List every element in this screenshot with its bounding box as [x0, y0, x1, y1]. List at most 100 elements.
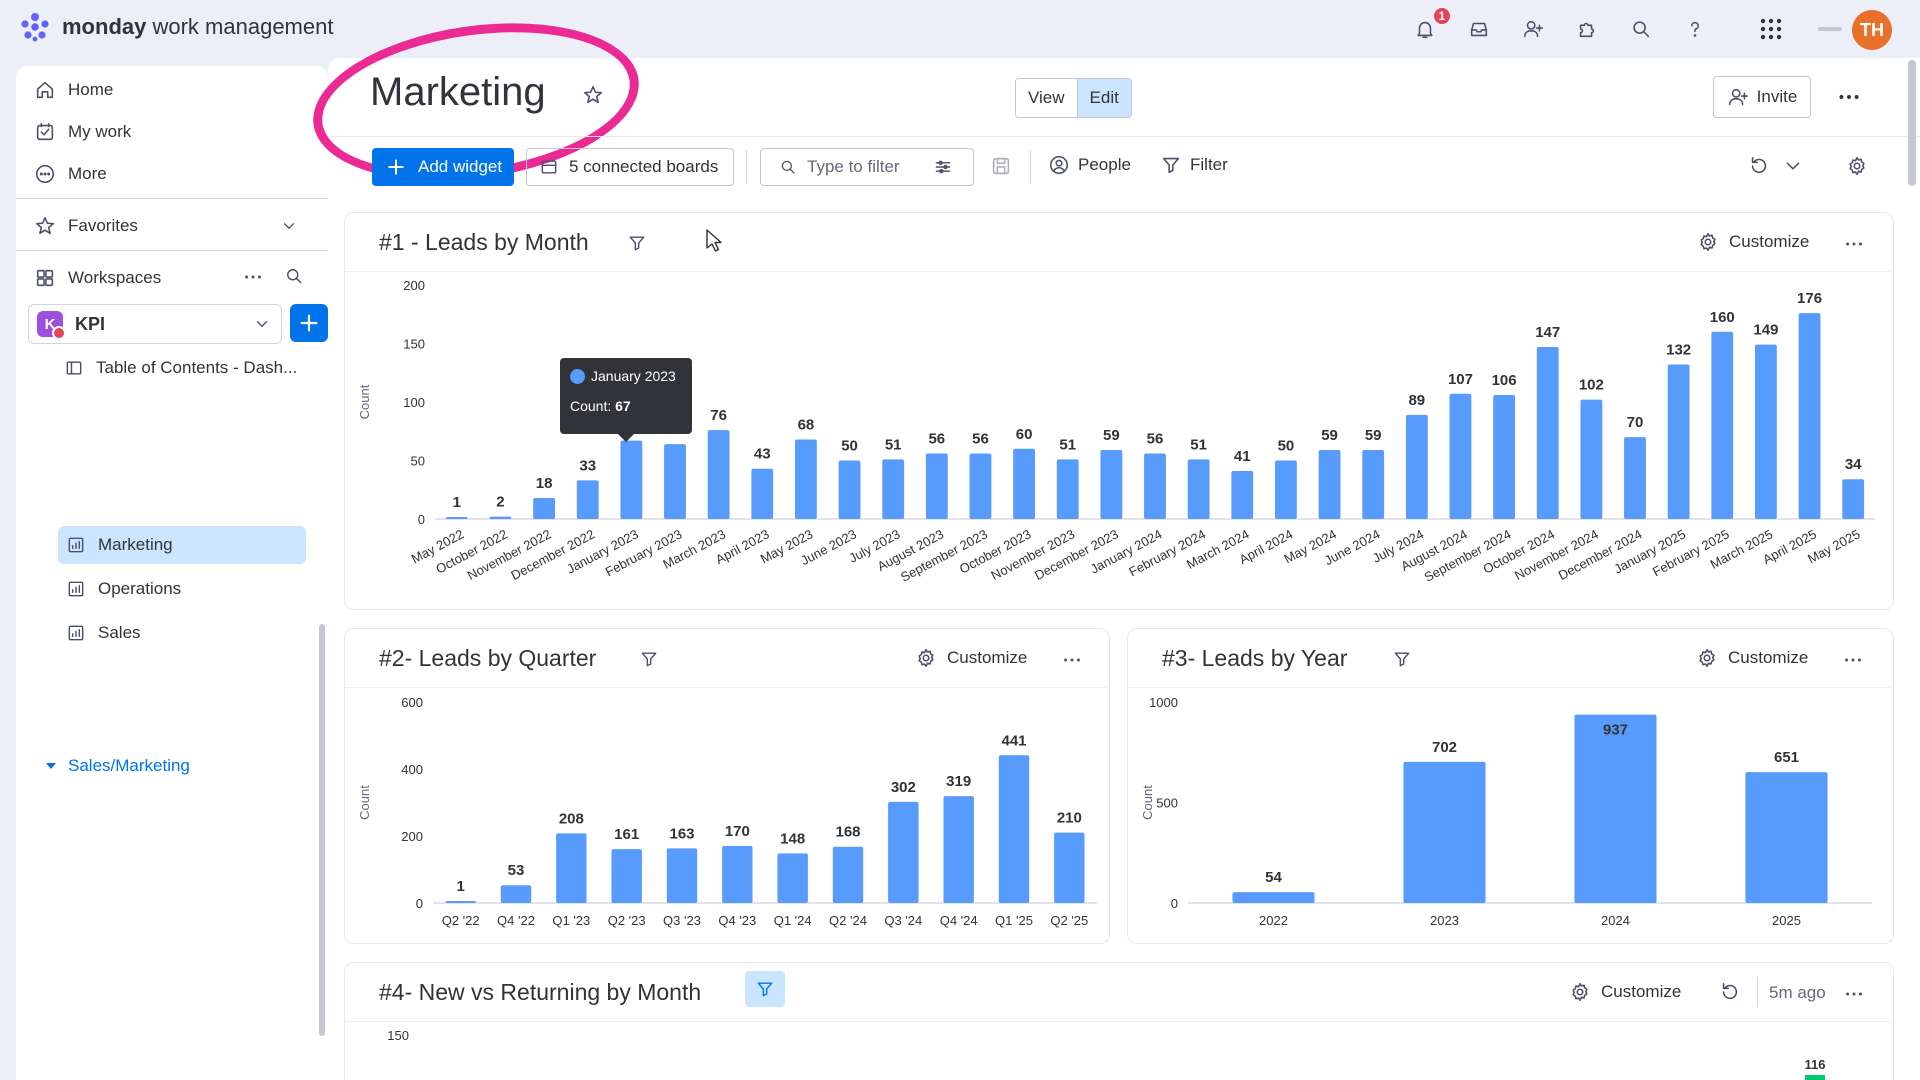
- chart-bar[interactable]: [1711, 331, 1734, 519]
- chart-bar[interactable]: [751, 468, 774, 519]
- chart-bar[interactable]: [1842, 479, 1865, 519]
- add-workspace-item-button[interactable]: [290, 304, 328, 342]
- chart-bar[interactable]: [795, 439, 817, 519]
- chart-bar[interactable]: [838, 460, 861, 520]
- settings-gear-icon[interactable]: [1846, 155, 1868, 177]
- sidebar-item-more[interactable]: More: [34, 158, 107, 190]
- chart-bar[interactable]: [1798, 313, 1821, 519]
- chart-bar[interactable]: [1403, 761, 1486, 903]
- sidebar-item-marketing[interactable]: Marketing: [58, 526, 306, 564]
- chart-bar[interactable]: [722, 846, 753, 903]
- widget-leads-by-quarter[interactable]: #2- Leads by Quarter Customize 0 200 400 60…: [344, 628, 1110, 944]
- chart-bar[interactable]: [832, 846, 864, 903]
- refresh-icon[interactable]: [1748, 155, 1770, 177]
- chart-bar[interactable]: [707, 430, 730, 519]
- sidebar-scrollbar[interactable]: [319, 624, 325, 1036]
- chart-bar[interactable]: [1805, 1075, 1825, 1080]
- sidebar-favorites[interactable]: Favorites: [34, 210, 310, 242]
- chart-bar[interactable]: [777, 853, 808, 903]
- chart-bar[interactable]: [1056, 459, 1079, 519]
- widget-leads-by-year[interactable]: #3- Leads by Year Customize 0 500 1000 Coun…: [1127, 628, 1894, 944]
- chart-bar[interactable]: [666, 848, 698, 903]
- chart-bar[interactable]: [620, 440, 643, 519]
- chart-bar[interactable]: [611, 849, 642, 903]
- workspace-selector[interactable]: K KPI: [28, 304, 282, 344]
- sidebar-workspaces[interactable]: Workspaces: [34, 262, 161, 294]
- monday-logo[interactable]: monday work management: [18, 12, 333, 42]
- filter-search-input[interactable]: Type to filter: [760, 148, 974, 186]
- chart-bar[interactable]: [925, 453, 948, 519]
- x-tick-label: 2024: [1601, 913, 1630, 928]
- sidebar-item-home[interactable]: Home: [34, 74, 113, 106]
- chart-bar[interactable]: [445, 901, 476, 903]
- chart-bar[interactable]: [888, 801, 919, 903]
- y-tick-label: 200: [403, 278, 425, 293]
- apps-puzzle-icon[interactable]: [1574, 16, 1600, 42]
- chart-bar[interactable]: [1574, 714, 1657, 903]
- people-filter-button[interactable]: People: [1048, 154, 1131, 176]
- chart-bar[interactable]: [1013, 448, 1035, 519]
- inbox-icon[interactable]: [1466, 16, 1492, 42]
- search-icon[interactable]: [1628, 16, 1654, 42]
- workspace-search-icon[interactable]: [284, 266, 304, 286]
- chart-bar[interactable]: [1362, 449, 1385, 519]
- invite-members-icon[interactable]: [1520, 16, 1546, 42]
- filter-settings-icon[interactable]: [933, 157, 953, 177]
- sidebar-item-operations[interactable]: Operations: [58, 570, 306, 608]
- sidebar-item-sales[interactable]: Sales: [58, 614, 306, 652]
- chart-bar[interactable]: [556, 833, 587, 903]
- chart-bar[interactable]: [1745, 772, 1828, 903]
- chart-bar[interactable]: [1667, 364, 1690, 519]
- sidebar-table-of-contents[interactable]: Table of Contents - Dash...: [64, 352, 297, 384]
- y-axis-label: Count: [357, 384, 372, 419]
- apps-grid-icon[interactable]: [1758, 16, 1784, 42]
- chart-bar[interactable]: [1580, 399, 1603, 519]
- main-scrollbar[interactable]: [1908, 60, 1916, 186]
- chart-bar[interactable]: [489, 516, 512, 519]
- chart-bar[interactable]: [1275, 460, 1297, 520]
- chart-bar[interactable]: [1536, 347, 1559, 519]
- chart-bar[interactable]: [576, 480, 599, 519]
- add-widget-button[interactable]: Add widget: [372, 148, 514, 186]
- chart-bar[interactable]: [664, 444, 686, 519]
- workspace-options-icon[interactable]: [242, 266, 264, 288]
- chart-bar[interactable]: [1187, 459, 1210, 519]
- chart-bar[interactable]: [1449, 393, 1472, 519]
- save-view-icon[interactable]: [990, 155, 1012, 177]
- user-avatar[interactable]: TH: [1852, 10, 1892, 50]
- sidebar-item-my-work[interactable]: My work: [34, 116, 131, 148]
- account-logo[interactable]: [1818, 27, 1842, 31]
- monday-dots-icon: [21, 13, 49, 42]
- edit-mode-button[interactable]: Edit: [1076, 79, 1131, 117]
- sidebar-folder-sales-marketing[interactable]: Sales/Marketing: [44, 756, 190, 776]
- x-tick-label: Q4 '23: [718, 913, 756, 928]
- more-options-icon[interactable]: [1836, 84, 1862, 110]
- help-icon[interactable]: [1682, 16, 1708, 42]
- chart-bar[interactable]: [1231, 471, 1254, 519]
- chart-bar[interactable]: [445, 517, 468, 519]
- connected-boards-button[interactable]: 5 connected boards: [526, 148, 734, 186]
- leads-by-quarter-chart: 0 200 400 600 Count 1 Q2 '22 53 Q4 '22 208 Q1 '23 1…: [357, 695, 1097, 928]
- chart-bar[interactable]: [1405, 414, 1428, 519]
- filter-button[interactable]: Filter: [1160, 154, 1228, 176]
- chart-bar[interactable]: [533, 497, 555, 519]
- chart-bar[interactable]: [1318, 449, 1341, 519]
- chart-bar[interactable]: [500, 885, 532, 903]
- invite-button[interactable]: Invite: [1713, 76, 1811, 118]
- chart-bar[interactable]: [969, 453, 992, 519]
- view-mode-button[interactable]: View: [1016, 79, 1077, 117]
- chart-bar[interactable]: [1755, 344, 1777, 519]
- chart-bar[interactable]: [1144, 453, 1166, 519]
- chart-bar[interactable]: [998, 755, 1030, 903]
- chart-bar[interactable]: [1054, 832, 1085, 903]
- widget-new-vs-returning[interactable]: #4- New vs Returning by Month Customize …: [344, 962, 1894, 1080]
- chart-bar[interactable]: [1100, 449, 1123, 519]
- x-tick-label: 2025: [1772, 913, 1801, 928]
- chart-bar[interactable]: [882, 459, 905, 519]
- tooltip-label: Count:: [570, 398, 612, 414]
- chart-bar[interactable]: [1493, 394, 1515, 519]
- chart-bar[interactable]: [1624, 437, 1646, 519]
- chart-bar[interactable]: [1232, 892, 1315, 903]
- chevron-down-icon[interactable]: [1782, 155, 1804, 177]
- chart-bar[interactable]: [943, 796, 974, 903]
